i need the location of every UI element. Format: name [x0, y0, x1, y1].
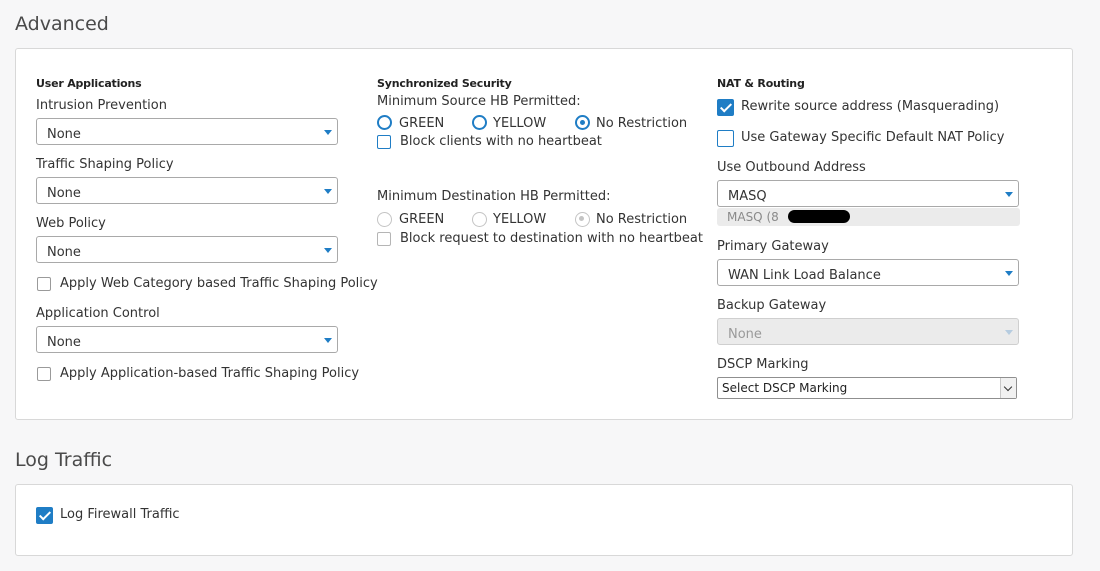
backup-gateway-select[interactable]: None — [717, 318, 1019, 345]
dscp-marking-value: Select DSCP Marking — [722, 381, 848, 395]
application-control-value: None — [47, 335, 81, 350]
dest-no-restriction-radio[interactable] — [575, 212, 590, 227]
block-clients-checkbox[interactable] — [377, 135, 391, 149]
log-traffic-section-title: Log Traffic — [15, 449, 113, 471]
traffic-shaping-value: None — [47, 186, 81, 201]
rewrite-source-checkbox[interactable] — [717, 99, 734, 116]
backup-gateway-label: Backup Gateway — [717, 298, 827, 313]
nat-routing-title: NAT & Routing — [717, 77, 805, 90]
min-source-hb-label: Minimum Source HB Permitted: — [377, 94, 581, 109]
outbound-address-detail: MASQ (80) — [717, 208, 1020, 226]
chevron-down-icon — [324, 248, 332, 253]
block-request-checkbox[interactable] — [377, 232, 391, 246]
application-control-label: Application Control — [36, 306, 160, 321]
dest-yellow-label: YELLOW — [493, 212, 547, 227]
dscp-marking-select[interactable]: Select DSCP Marking — [717, 377, 1017, 399]
source-green-radio[interactable] — [377, 115, 392, 130]
chevron-down-icon — [324, 338, 332, 343]
advanced-section-title: Advanced — [15, 13, 109, 35]
outbound-address-label: Use Outbound Address — [717, 160, 866, 175]
primary-gateway-select[interactable]: WAN Link Load Balance — [717, 259, 1019, 286]
synchronized-security-title: Synchronized Security — [377, 77, 512, 90]
outbound-address-value: MASQ — [728, 189, 767, 204]
primary-gateway-label: Primary Gateway — [717, 239, 829, 254]
dscp-marking-label: DSCP Marking — [717, 357, 809, 372]
intrusion-prevention-value: None — [47, 127, 81, 142]
dest-yellow-radio[interactable] — [472, 212, 487, 227]
source-yellow-label: YELLOW — [493, 116, 547, 131]
chevron-down-icon — [324, 130, 332, 135]
advanced-panel: User Applications Intrusion Prevention N… — [15, 48, 1073, 420]
log-firewall-label: Log Firewall Traffic — [60, 507, 180, 522]
outbound-detail-prefix: MASQ (8 — [727, 210, 779, 224]
min-dest-hb-label: Minimum Destination HB Permitted: — [377, 189, 611, 204]
dest-green-radio[interactable] — [377, 212, 392, 227]
source-yellow-radio[interactable] — [472, 115, 487, 130]
chevron-down-icon — [1000, 378, 1016, 398]
block-request-label: Block request to destination with no hea… — [400, 231, 703, 246]
rewrite-source-label: Rewrite source address (Masquerading) — [741, 99, 1000, 114]
primary-gateway-value: WAN Link Load Balance — [728, 268, 881, 283]
chevron-down-icon — [324, 189, 332, 194]
source-no-restriction-radio[interactable] — [575, 115, 590, 130]
dest-green-label: GREEN — [399, 212, 445, 227]
log-firewall-checkbox[interactable] — [36, 507, 53, 524]
block-clients-label: Block clients with no heartbeat — [400, 134, 602, 149]
application-control-select[interactable]: None — [36, 326, 338, 353]
redaction-mark — [788, 210, 850, 223]
dest-no-restriction-label: No Restriction — [596, 212, 688, 227]
gateway-nat-label: Use Gateway Specific Default NAT Policy — [741, 130, 1005, 145]
gateway-nat-checkbox[interactable] — [717, 130, 734, 147]
backup-gateway-value: None — [728, 327, 762, 342]
source-no-restriction-label: No Restriction — [596, 116, 688, 131]
user-applications-title: User Applications — [36, 77, 142, 90]
web-category-shaping-label: Apply Web Category based Traffic Shaping… — [60, 276, 378, 291]
chevron-down-icon — [1005, 271, 1013, 276]
chevron-down-icon — [1005, 330, 1013, 335]
app-based-shaping-label: Apply Application-based Traffic Shaping … — [60, 366, 360, 381]
outbound-address-select[interactable]: MASQ — [717, 180, 1019, 207]
web-policy-select[interactable]: None — [36, 236, 338, 263]
intrusion-prevention-select[interactable]: None — [36, 118, 338, 145]
chevron-down-icon — [1005, 192, 1013, 197]
traffic-shaping-label: Traffic Shaping Policy — [36, 157, 174, 172]
app-based-shaping-checkbox[interactable] — [37, 367, 51, 381]
traffic-shaping-select[interactable]: None — [36, 177, 338, 204]
intrusion-prevention-label: Intrusion Prevention — [36, 98, 167, 113]
web-category-shaping-checkbox[interactable] — [37, 277, 51, 291]
log-traffic-panel: Log Firewall Traffic — [15, 484, 1073, 556]
web-policy-label: Web Policy — [36, 216, 106, 231]
web-policy-value: None — [47, 245, 81, 260]
source-green-label: GREEN — [399, 116, 445, 131]
